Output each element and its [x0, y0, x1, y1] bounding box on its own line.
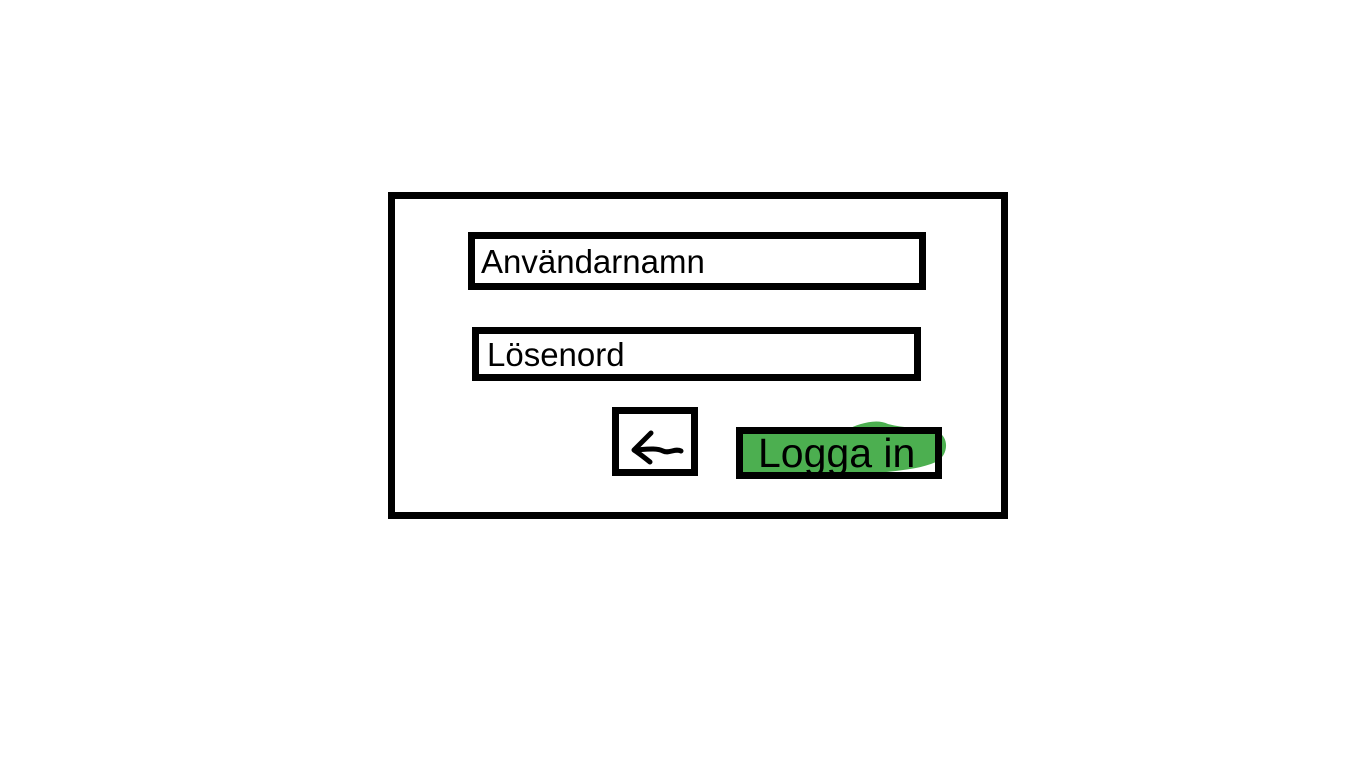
password-field[interactable]: Lösenord — [472, 327, 921, 381]
login-page: Användarnamn Lösenord Logga in — [0, 0, 1366, 768]
password-placeholder: Lösenord — [487, 335, 625, 373]
login-button-label: Logga in — [758, 429, 916, 476]
username-field[interactable]: Användarnamn — [468, 232, 926, 290]
login-button-area: Logga in — [736, 418, 950, 482]
arrow-left-icon — [631, 430, 684, 465]
username-placeholder: Användarnamn — [481, 242, 705, 280]
back-button[interactable] — [612, 407, 698, 476]
login-button[interactable]: Logga in — [736, 427, 942, 479]
